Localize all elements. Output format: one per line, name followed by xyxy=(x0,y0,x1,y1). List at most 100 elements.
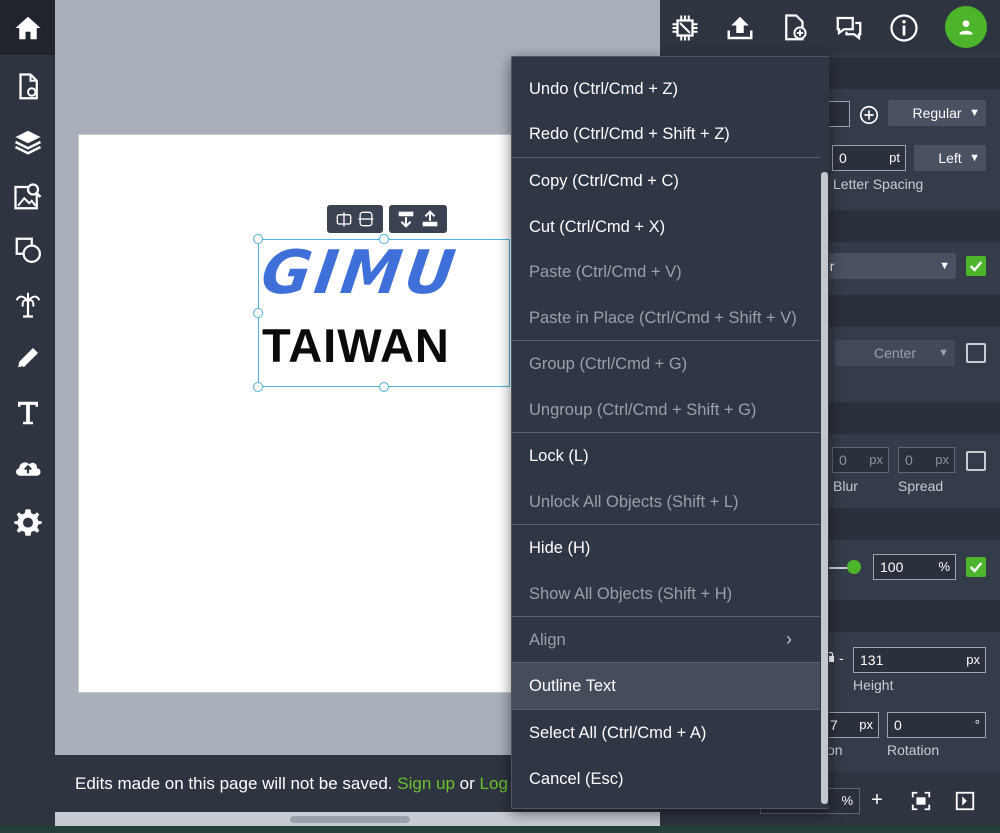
page-settings-button[interactable] xyxy=(0,67,55,107)
opacity-checkbox[interactable] xyxy=(966,557,986,577)
flip-vertical-icon[interactable] xyxy=(355,209,377,229)
color-select[interactable]: or▼ xyxy=(810,253,956,279)
text-button[interactable] xyxy=(0,393,55,433)
letter-spacing-field[interactable]: 0 pt xyxy=(832,145,906,171)
menu-item-label: Select All (Ctrl/Cmd + A) xyxy=(529,723,707,742)
pencil-icon xyxy=(17,348,38,369)
chevron-down-icon: ▼ xyxy=(969,152,980,164)
alignment-select[interactable]: Center ▼ xyxy=(835,340,955,366)
menu-item-label: Hide (H) xyxy=(529,538,591,557)
menu-item-select-all[interactable]: Select All (Ctrl/Cmd + A) xyxy=(512,710,820,756)
sign-up-link[interactable]: Sign up xyxy=(397,774,455,794)
rotation-field[interactable]: 0 ° xyxy=(887,712,986,738)
home-button[interactable] xyxy=(0,0,55,55)
font-weight-value: Regular xyxy=(912,105,962,121)
panel-toggle-icon[interactable] xyxy=(954,790,976,812)
opacity-value: 100 xyxy=(880,559,904,575)
resize-handle[interactable] xyxy=(253,308,263,318)
menu-item-label: Undo (Ctrl/Cmd + Z) xyxy=(529,79,678,98)
opacity-field[interactable]: 100% xyxy=(873,554,956,580)
menu-item-unlock-all[interactable]: Unlock All Objects (Shift + L) xyxy=(512,479,820,525)
feature-button[interactable] xyxy=(668,11,702,45)
export-button[interactable] xyxy=(723,11,757,45)
text-align-select[interactable]: Left ▼ xyxy=(914,145,986,171)
menu-item-cut[interactable]: Cut (Ctrl/Cmd + X) xyxy=(512,204,820,250)
menu-item-outline-text[interactable]: Outline Text xyxy=(512,663,820,709)
menu-item-undo[interactable]: Undo (Ctrl/Cmd + Z) xyxy=(512,66,820,112)
menu-item-show-all[interactable]: Show All Objects (Shift + H) xyxy=(512,571,820,617)
zoom-unit: % xyxy=(841,793,853,808)
text-icon xyxy=(17,401,38,425)
artboard[interactable] xyxy=(78,134,528,693)
height-value: 131 xyxy=(860,652,884,668)
resize-handle[interactable] xyxy=(379,382,389,392)
font-weight-select[interactable]: Regular ▼ xyxy=(888,100,986,126)
layers-button[interactable] xyxy=(0,122,55,162)
blur-field[interactable]: 0 px xyxy=(832,447,889,473)
bring-forward-icon[interactable] xyxy=(418,208,442,230)
resize-handle[interactable] xyxy=(253,382,263,392)
user-icon xyxy=(959,20,973,35)
new-page-button[interactable] xyxy=(778,11,812,45)
info-button[interactable] xyxy=(887,11,921,45)
menu-item-label: Cut (Ctrl/Cmd + X) xyxy=(529,217,666,236)
menu-item-label: Unlock All Objects (Shift + L) xyxy=(529,492,739,511)
send-backward-icon[interactable] xyxy=(394,208,418,230)
zoom-in-button[interactable]: + xyxy=(864,788,890,814)
chevron-down-icon: ▼ xyxy=(969,107,980,119)
menu-item-lock[interactable]: Lock (L) xyxy=(512,433,820,479)
height-field[interactable]: 131 px xyxy=(853,647,986,673)
menu-item-cancel[interactable]: Cancel (Esc) xyxy=(512,756,820,802)
gear-icon xyxy=(13,509,42,536)
color-checkbox[interactable] xyxy=(966,256,986,276)
height-label: Height xyxy=(853,677,894,693)
arrange-controls xyxy=(389,205,447,233)
menu-item-label: Ungroup (Ctrl/Cmd + Shift + G) xyxy=(529,400,757,419)
notice-text: Edits made on this page will not be save… xyxy=(75,773,393,793)
dimension-dash: - xyxy=(839,650,844,666)
user-avatar[interactable] xyxy=(945,6,987,48)
menu-item-redo[interactable]: Redo (Ctrl/Cmd + Shift + Z) xyxy=(512,111,820,157)
layers-icon xyxy=(14,130,41,155)
home-icon xyxy=(15,16,40,39)
spread-label: Spread xyxy=(898,478,944,494)
chevron-down-icon: ▼ xyxy=(939,260,950,272)
letter-spacing-label: Letter Spacing xyxy=(833,176,924,192)
info-icon xyxy=(890,14,918,42)
menu-item-group[interactable]: Group (Ctrl/Cmd + G) xyxy=(512,341,820,387)
upload-button[interactable] xyxy=(0,447,55,487)
rotation-unit: ° xyxy=(974,717,980,732)
menu-item-align[interactable]: Align › xyxy=(512,617,820,663)
add-circle-icon[interactable] xyxy=(858,104,880,126)
menu-scrollbar[interactable] xyxy=(820,57,829,808)
spread-field[interactable]: 0 px xyxy=(898,447,955,473)
horizontal-scrollbar[interactable] xyxy=(55,812,660,826)
menu-item-paste[interactable]: Paste (Ctrl/Cmd + V) xyxy=(512,249,820,295)
opacity-slider-knob[interactable] xyxy=(847,560,861,574)
position-field[interactable]: 7 px xyxy=(825,712,879,738)
menu-item-label: Lock (L) xyxy=(529,446,589,465)
letter-spacing-unit: pt xyxy=(889,150,900,165)
menu-item-label: Cancel (Esc) xyxy=(529,769,624,788)
text-align-value: Left xyxy=(938,150,962,166)
clipart-button[interactable] xyxy=(0,284,55,324)
spread-value: 0 xyxy=(905,452,913,468)
menu-item-ungroup[interactable]: Ungroup (Ctrl/Cmd + Shift + G) xyxy=(512,387,820,433)
alignment-checkbox[interactable] xyxy=(966,343,986,363)
shadow-checkbox[interactable] xyxy=(966,451,986,471)
menu-item-hide[interactable]: Hide (H) xyxy=(512,525,820,571)
flip-horizontal-icon[interactable] xyxy=(333,209,355,229)
shapes-icon xyxy=(15,237,41,263)
comments-button[interactable] xyxy=(832,11,866,45)
menu-item-copy[interactable]: Copy (Ctrl/Cmd + C) xyxy=(512,158,820,204)
menu-scrollbar-thumb[interactable] xyxy=(821,172,828,804)
shapes-button[interactable] xyxy=(0,230,55,270)
scrollbar-thumb[interactable] xyxy=(290,816,410,823)
image-search-button[interactable] xyxy=(0,177,55,217)
fit-screen-icon[interactable] xyxy=(908,790,934,812)
settings-button[interactable] xyxy=(0,502,55,542)
menu-item-paste-in-place[interactable]: Paste in Place (Ctrl/Cmd + Shift + V) xyxy=(512,295,820,341)
position-value: 7 xyxy=(830,717,838,733)
resize-handle[interactable] xyxy=(253,234,263,244)
draw-button[interactable] xyxy=(0,338,55,378)
